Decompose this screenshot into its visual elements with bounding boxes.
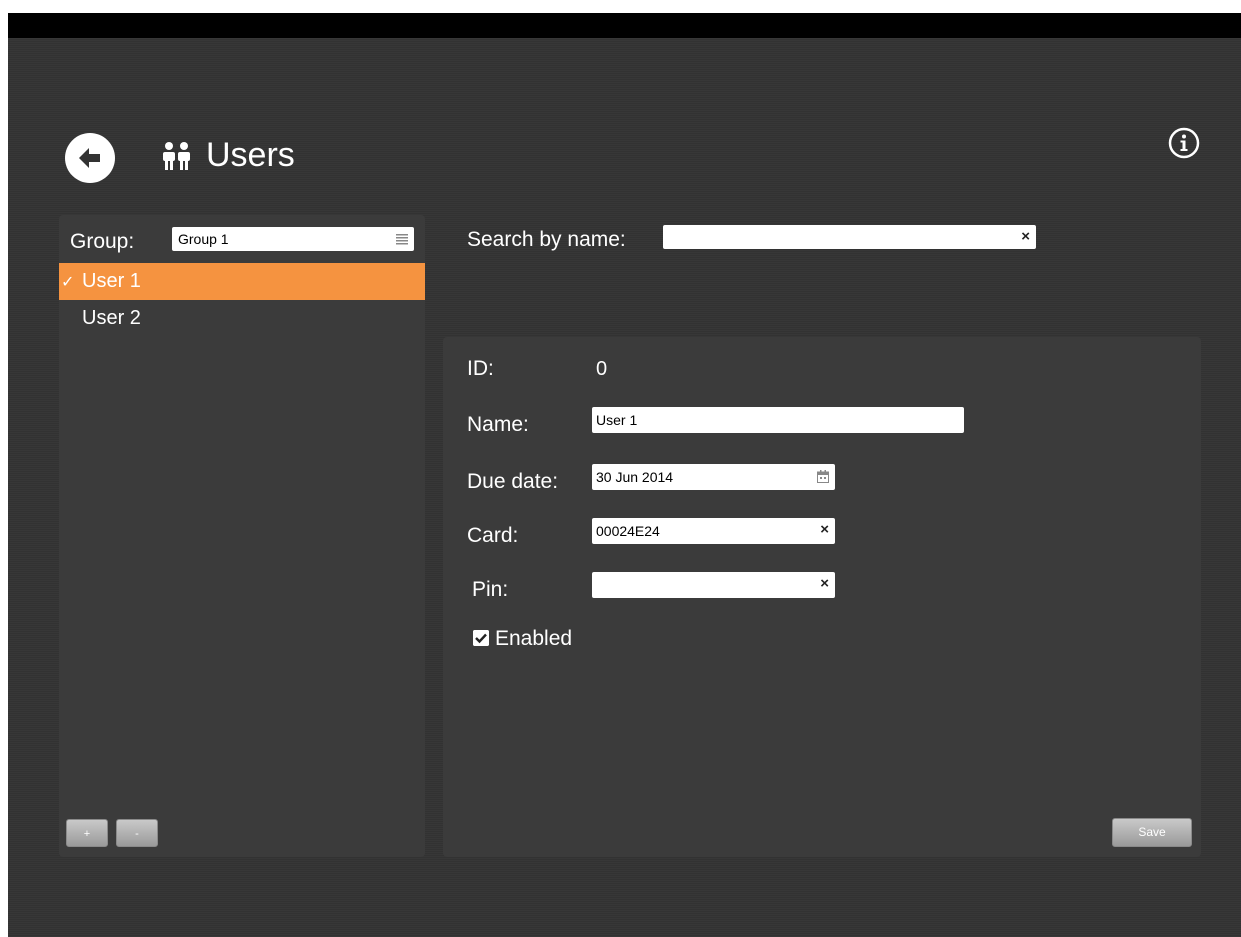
name-field-value: User 1: [596, 412, 638, 428]
user-list-panel: Group: Group 1 ✓ User 1 User 2 + -: [59, 215, 425, 857]
group-label: Group:: [70, 230, 135, 253]
list-item[interactable]: ✓ User 1: [59, 263, 425, 300]
name-label: Name:: [467, 413, 529, 436]
enabled-label: Enabled: [495, 627, 573, 650]
id-label: ID:: [467, 357, 494, 380]
group-select[interactable]: Group 1: [172, 227, 414, 251]
list-item[interactable]: User 2: [59, 300, 425, 337]
info-icon: [1168, 127, 1200, 159]
clear-card-icon[interactable]: ×: [820, 521, 829, 539]
search-label: Search by name:: [467, 228, 626, 251]
clear-search-icon[interactable]: ×: [1021, 228, 1030, 246]
due-date-label: Due date:: [467, 470, 559, 493]
user-name: User 2: [82, 307, 141, 329]
add-user-button[interactable]: +: [66, 819, 108, 847]
clear-pin-icon[interactable]: ×: [820, 575, 829, 593]
enabled-checkbox[interactable]: [473, 630, 489, 646]
status-bar: [8, 13, 1241, 38]
page-title: Users: [206, 136, 295, 174]
name-field[interactable]: User 1: [592, 407, 964, 433]
user-detail-panel: ID: 0 Name: User 1 Due date: 30 Jun 2014…: [443, 337, 1201, 857]
due-date-value: 30 Jun 2014: [596, 469, 674, 485]
id-value: 0: [596, 358, 608, 380]
info-button[interactable]: [1168, 127, 1200, 159]
check-icon: ✓: [61, 274, 75, 291]
back-button[interactable]: [65, 133, 115, 183]
card-field-value: 00024E24: [596, 523, 660, 539]
checkmark-icon: [473, 630, 489, 646]
list-icon: [396, 234, 408, 245]
app-screen: Users Group: Group 1 ✓ User 1 User 2 + -…: [8, 13, 1241, 937]
user-name: User 1: [82, 270, 141, 292]
save-button[interactable]: Save: [1112, 818, 1192, 847]
group-select-value: Group 1: [178, 231, 229, 247]
pin-label: Pin:: [472, 578, 509, 601]
users-icon: [163, 142, 190, 170]
back-arrow-icon: [79, 148, 100, 168]
user-list: ✓ User 1 User 2: [59, 263, 425, 337]
card-label: Card:: [467, 524, 519, 547]
remove-user-button[interactable]: -: [116, 819, 158, 847]
search-input[interactable]: ×: [663, 225, 1036, 249]
pin-field[interactable]: ×: [592, 572, 835, 598]
due-date-field[interactable]: 30 Jun 2014: [592, 464, 835, 490]
card-field[interactable]: 00024E24 ×: [592, 518, 835, 544]
calendar-icon[interactable]: [817, 470, 829, 483]
